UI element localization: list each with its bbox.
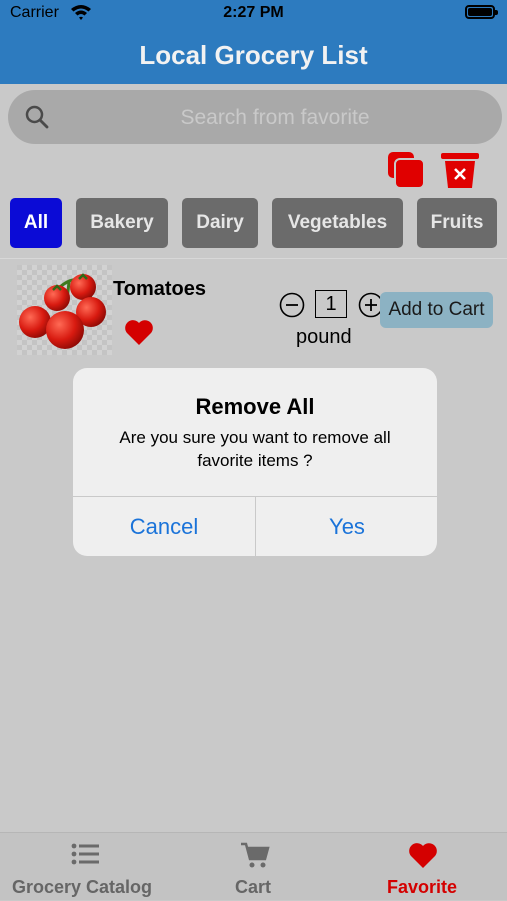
status-bar: Carrier 2:27 PM bbox=[0, 0, 507, 26]
heart-icon bbox=[409, 843, 437, 868]
cart-icon bbox=[241, 842, 270, 868]
search-input[interactable] bbox=[68, 98, 482, 138]
tab-all[interactable]: All bbox=[10, 198, 62, 248]
dialog-message: Are you sure you want to remove all favo… bbox=[119, 428, 391, 470]
decrement-button[interactable] bbox=[279, 292, 305, 318]
tomatoes-image bbox=[17, 265, 112, 355]
search-icon bbox=[25, 105, 49, 129]
remove-all-icon[interactable] bbox=[440, 150, 480, 190]
tab-bar-label: Cart bbox=[235, 877, 272, 897]
add-to-cart-button[interactable]: Add to Cart bbox=[380, 292, 493, 328]
unit-label: pound bbox=[296, 326, 352, 348]
copy-icon[interactable] bbox=[386, 150, 426, 190]
tab-fruits[interactable]: Fruits bbox=[417, 198, 497, 248]
search-bar[interactable] bbox=[8, 90, 502, 144]
tab-cart[interactable]: Cart bbox=[170, 833, 340, 901]
tab-label: All bbox=[23, 212, 49, 233]
tab-bakery[interactable]: Bakery bbox=[76, 198, 168, 248]
tab-dairy[interactable]: Dairy bbox=[182, 198, 258, 248]
tab-grocery-catalog[interactable]: Grocery Catalog bbox=[0, 833, 170, 901]
tab-favorite[interactable]: Favorite bbox=[340, 833, 507, 901]
tab-label: Dairy bbox=[196, 212, 244, 233]
nav-bar: Local Grocery List bbox=[0, 26, 507, 84]
dialog-title: Remove All bbox=[195, 394, 315, 419]
tab-label: Bakery bbox=[90, 212, 154, 233]
favorite-heart-icon[interactable] bbox=[124, 318, 154, 346]
battery-icon bbox=[465, 5, 498, 19]
list-icon bbox=[71, 843, 99, 865]
tab-vegetables[interactable]: Vegetables bbox=[272, 198, 403, 248]
divider bbox=[0, 258, 507, 259]
quantity-value: 1 bbox=[325, 292, 337, 315]
tab-label: Fruits bbox=[430, 212, 484, 233]
bottom-tab-bar: Grocery Catalog Cart Favorite bbox=[0, 832, 507, 900]
quantity-field[interactable]: 1 bbox=[315, 290, 347, 318]
item-name: Tomatoes bbox=[113, 278, 206, 300]
remove-all-dialog: Remove All Are you sure you want to remo… bbox=[73, 368, 437, 556]
cancel-button[interactable]: Cancel bbox=[73, 497, 255, 556]
yes-button[interactable]: Yes bbox=[256, 497, 437, 556]
tab-bar-label: Grocery Catalog bbox=[12, 877, 153, 897]
clock: 2:27 PM bbox=[223, 4, 284, 21]
tab-label: Vegetables bbox=[287, 212, 388, 233]
tab-bar-label: Favorite bbox=[387, 877, 458, 897]
page-title: Local Grocery List bbox=[139, 39, 368, 70]
